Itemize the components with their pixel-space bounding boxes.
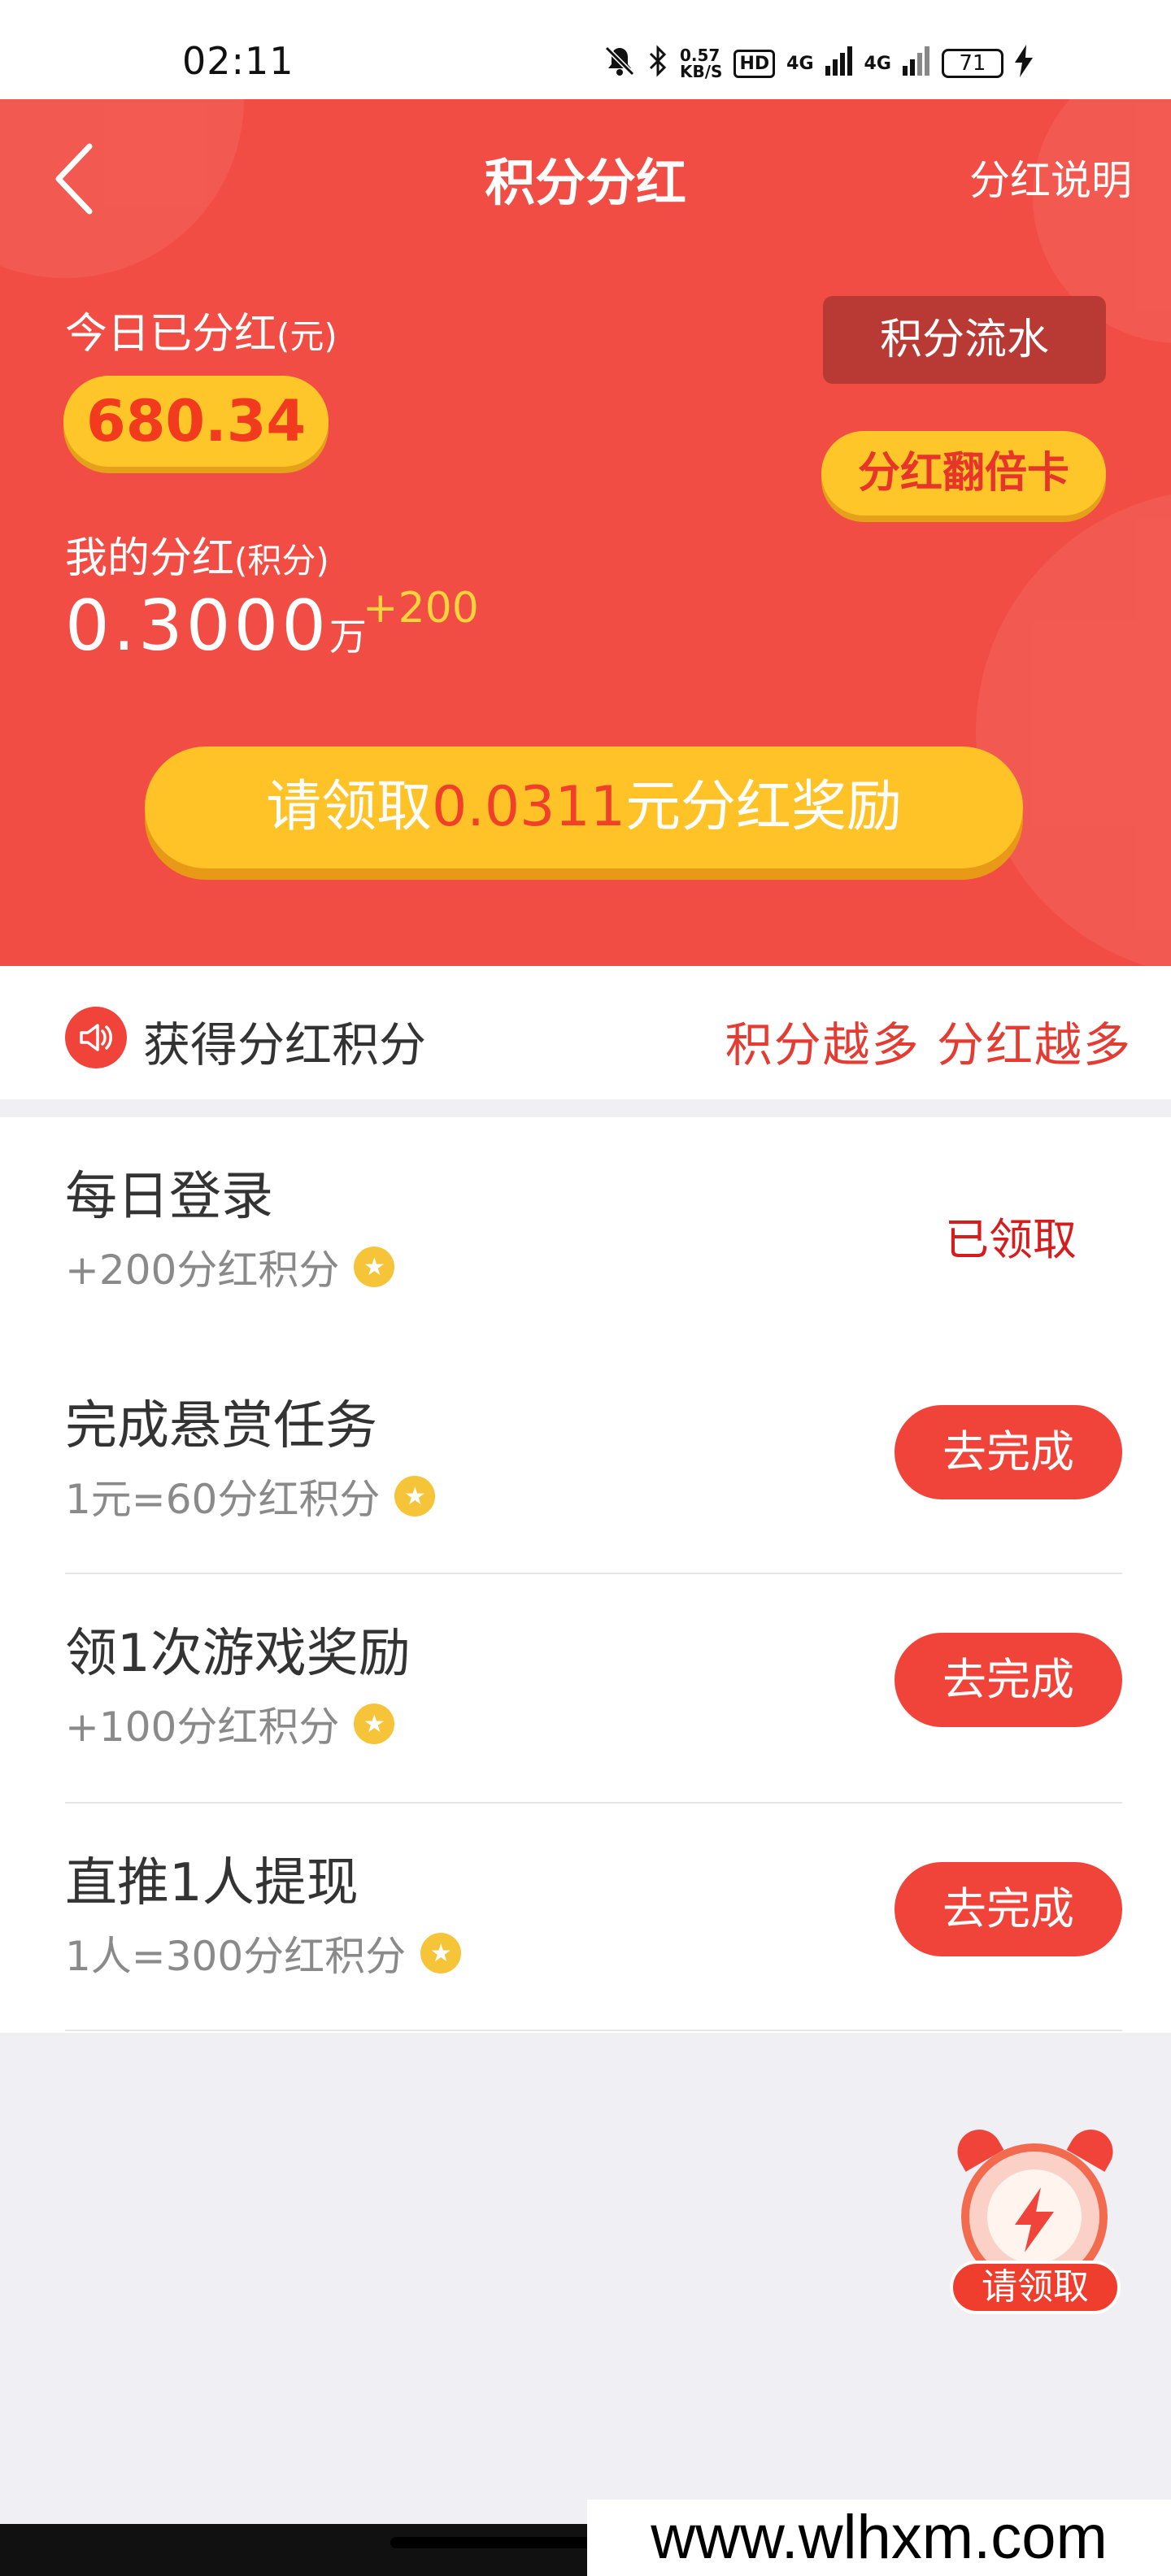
go-complete-button[interactable]: 去完成 [895,1862,1122,1956]
earn-points-title: 获得分红积分 [143,1017,427,1073]
watermark: www.wlhxm.com [587,2500,1171,2576]
go-complete-button[interactable]: 去完成 [895,1633,1122,1727]
decor-circle [976,490,1171,966]
dividend-header: 积分分红 分红说明 今日已分红(元) 680.34 积分流水 分红翻倍卡 我的分… [0,99,1171,966]
today-dividend-unit: (元) [276,316,337,356]
divider [65,2030,1122,2031]
hd-badge: HD [734,49,776,78]
status-icons: 0.57 KB/S HD 4G 4G 71 [603,39,1033,88]
my-dividend-value: 0.3000万 [65,585,367,667]
claim-amount: 0.0311 [432,775,625,839]
bell-off-icon [603,45,636,83]
status-time: 02:11 [182,39,294,83]
task-title: 领1次游戏奖励 [65,1624,411,1684]
points-flow-button[interactable]: 积分流水 [823,296,1106,384]
task-item-daily-login: 每日登录 +200分红积分 ★ 已领取 [65,1117,1122,1347]
claim-reward-button[interactable]: 请领取0.0311元分红奖励 [145,746,1023,868]
task-reward: 1元=60分红积分 ★ [65,1467,436,1525]
star-coin-icon: ★ [420,1933,462,1973]
task-reward-text: +200分红积分 [65,1247,340,1294]
net-speed-value: 0.57 [680,46,720,65]
bluetooth-icon [647,44,668,83]
task-reward-text: 1人=300分红积分 [65,1933,407,1980]
my-dividend-label: 我的分红(积分) [65,524,329,585]
my-dividend-wan-unit: 万 [329,615,367,659]
task-title: 每日登录 [65,1167,273,1227]
floating-claim-label[interactable]: 请领取 [950,2261,1121,2314]
my-dividend-label-text: 我的分红 [65,534,235,583]
task-reward-text: +100分红积分 [65,1704,340,1751]
my-dividend-increment: +200 [363,584,479,633]
star-coin-icon: ★ [354,1704,395,1744]
task-list: 每日登录 +200分红积分 ★ 已领取 完成悬赏任务 1元=60分红积分 ★ 去… [0,1117,1171,2033]
go-complete-button[interactable]: 去完成 [895,1405,1122,1499]
battery-indicator: 71 [941,49,1003,78]
claim-prefix: 请领取 [266,775,433,839]
network-type-1: 4G [786,53,814,74]
task-reward: +200分红积分 ★ [65,1238,395,1296]
task-claimed-status: 已领取 [945,1214,1077,1265]
today-dividend-label-text: 今日已分红 [65,310,277,359]
nav-bar-background [0,2524,587,2576]
earn-points-bar: 获得分红积分 积分越多 分红越多 [0,966,1171,1099]
task-reward: +100分红积分 ★ [65,1695,395,1753]
status-bar: 02:11 0.57 KB/S HD 4G 4G 71 [0,0,1171,99]
my-dividend-number: 0.3000 [65,585,329,667]
today-dividend-label: 今日已分红(元) [65,299,337,360]
net-speed: 0.57 KB/S [680,47,722,80]
task-item-referral-withdraw: 直推1人提现 1人=300分红积分 ★ 去完成 [65,1804,1122,2033]
network-type-2: 4G [864,53,891,74]
double-card-button[interactable]: 分红翻倍卡 [821,431,1106,516]
task-item-bounty: 完成悬赏任务 1元=60分红积分 ★ 去完成 [65,1347,1122,1576]
task-title: 直推1人提现 [65,1853,359,1913]
star-coin-icon: ★ [354,1247,395,1287]
task-reward: 1人=300分红积分 ★ [65,1924,462,1982]
net-speed-unit: KB/S [680,62,723,81]
task-item-game-reward: 领1次游戏奖励 +100分红积分 ★ 去完成 [65,1574,1122,1804]
signal-icon [825,46,853,81]
signal-icon-2 [902,46,930,81]
charging-icon [1014,44,1033,83]
today-dividend-value: 680.34 [63,376,329,467]
claim-suffix: 元分红奖励 [625,775,902,839]
task-title: 完成悬赏任务 [65,1396,377,1456]
lightning-icon [1010,2187,1059,2266]
dividend-explanation-link[interactable]: 分红说明 [969,148,1132,207]
earn-points-slogan: 积分越多 分红越多 [725,1017,1132,1073]
speaker-icon [65,1007,127,1068]
my-dividend-unit: (积分) [234,541,329,581]
star-coin-icon: ★ [394,1476,436,1516]
floating-claim-button[interactable]: 请领取 [949,2121,1121,2317]
task-reward-text: 1元=60分红积分 [65,1476,381,1523]
